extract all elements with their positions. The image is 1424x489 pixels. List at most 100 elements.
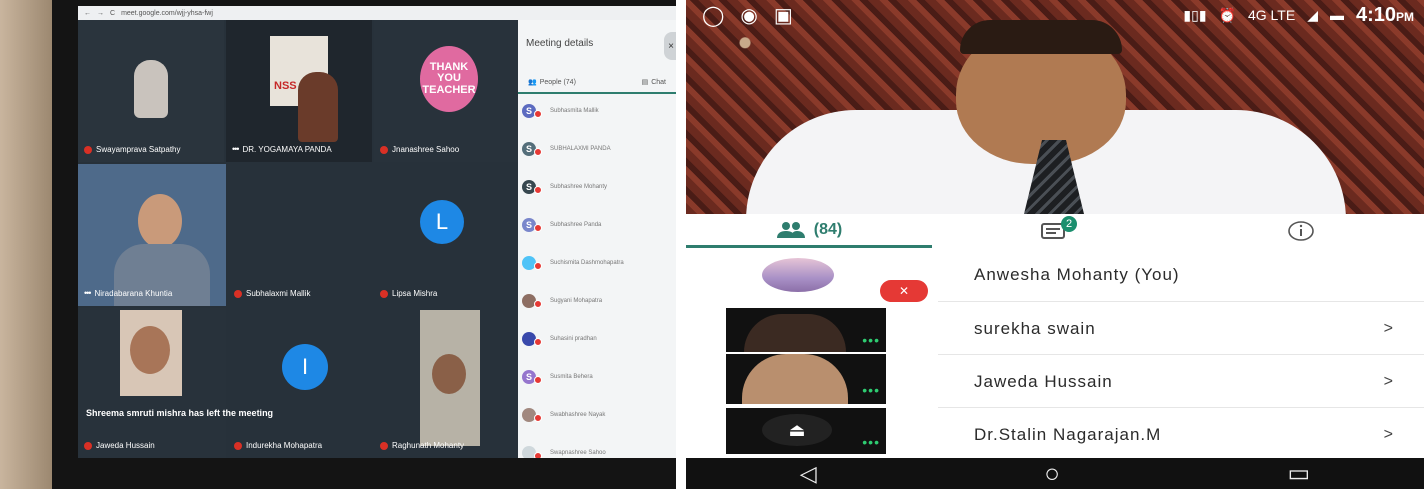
more-dots-icon[interactable]: ••• xyxy=(862,332,880,348)
participant-row[interactable]: Jaweda Hussain > xyxy=(938,354,1424,408)
video-thumbnail[interactable]: ••• xyxy=(726,354,886,404)
people-icon xyxy=(776,221,805,238)
chevron-right-icon[interactable]: > xyxy=(1384,426,1394,444)
video-tile[interactable]: NSS D ••• DR. YOGAMAYA PANDA xyxy=(226,20,372,162)
participant-row[interactable]: Dr.Stalin Nagarajan.M > xyxy=(938,407,1424,461)
video-tile[interactable]: Jaweda Hussain xyxy=(78,308,226,458)
tile-name: Subhalaxmi Mallik xyxy=(234,289,310,298)
participant-name: Jaweda Hussain xyxy=(974,371,1113,391)
tab-chat[interactable]: ▤ Chat xyxy=(642,72,666,92)
url-text[interactable]: meet.google.com/wjj-yhsa-fwj xyxy=(121,10,213,17)
more-dots-icon[interactable]: ••• xyxy=(862,434,880,450)
mic-off-icon: ✕ xyxy=(880,280,928,302)
thank-you-badge: THANK YOU TEACHER xyxy=(420,46,478,112)
status-bar: ◯ ◉ ▣ ▮▯▮ ⏰ 4G LTE ◢ ▬ 4:10PM xyxy=(686,0,1424,30)
tile-name: ••• DR. YOGAMAYA PANDA xyxy=(232,144,332,154)
panel-tabs: 👥 People (74) ▤ Chat xyxy=(518,72,676,94)
video-tile[interactable]: Swayamprava Satpathy xyxy=(78,20,224,162)
mic-off-icon xyxy=(534,148,542,156)
participant-row[interactable]: surekha swain > xyxy=(938,301,1424,355)
participant-face xyxy=(432,354,466,394)
alarm-icon: ⏰ xyxy=(1218,6,1236,23)
network-label: 4G LTE xyxy=(1247,7,1296,23)
video-tile[interactable]: ••• Niradabarana Khuntia xyxy=(78,164,226,306)
chat-badge: 2 xyxy=(1061,216,1077,232)
close-icon[interactable]: × xyxy=(664,32,676,60)
participant-thumbnails: ✕ ••• ••• ⏏ ••• xyxy=(686,248,938,458)
avatar: I xyxy=(282,344,328,390)
mic-off-icon xyxy=(380,441,388,450)
participant-name: Swapnashree Sahoo xyxy=(550,450,606,456)
main-video: ◯ ◉ ▣ ▮▯▮ ⏰ 4G LTE ◢ ▬ 4:10PM xyxy=(686,0,1424,214)
video-tile[interactable]: I Indurekha Mohapatra xyxy=(228,308,372,458)
back-icon[interactable]: ◁ xyxy=(800,461,817,487)
tab-chat[interactable]: 2 xyxy=(932,214,1178,248)
participant-row[interactable]: S Susmita Behera xyxy=(522,362,672,392)
participant-row[interactable]: Sugyani Mohapatra xyxy=(522,286,672,316)
tile-name: Lipsa Mishra xyxy=(380,289,437,298)
participant-name: SUBHALAXMI PANDA xyxy=(550,146,611,152)
participant-row[interactable]: Anwesha Mohanty (You) xyxy=(938,248,1424,302)
mic-off-icon xyxy=(84,441,92,450)
recent-apps-icon[interactable]: ▭ xyxy=(1288,459,1311,488)
forward-icon[interactable]: → xyxy=(97,10,104,17)
background-wall xyxy=(0,0,52,489)
tile-name: Raghunath Mohanty xyxy=(380,441,464,450)
video-tile[interactable]: THANK YOU TEACHER Jnanashree Sahoo xyxy=(374,20,518,162)
avatar[interactable] xyxy=(762,258,834,292)
more-dots-icon: ••• xyxy=(84,288,92,298)
participant-row[interactable]: Swabhashree Nayak xyxy=(522,400,672,430)
tab-people[interactable]: (84) xyxy=(686,214,932,248)
mic-off-icon xyxy=(534,110,542,118)
video-tile[interactable]: L Lipsa Mishra xyxy=(374,164,518,306)
people-count: (84) xyxy=(813,220,843,238)
mic-off-icon xyxy=(534,186,542,194)
address-bar[interactable]: ← → C meet.google.com/wjj-yhsa-fwj xyxy=(78,6,676,20)
participant-name: Subhashree Mohanty xyxy=(550,184,608,190)
video-thumbnail[interactable]: ••• xyxy=(726,308,886,352)
more-dots-icon[interactable]: ••• xyxy=(862,382,880,398)
laptop-photo: ← → C meet.google.com/wjj-yhsa-fwj Swaya… xyxy=(0,0,676,489)
participant-row[interactable]: S SUBHALAXMI PANDA xyxy=(522,134,672,164)
participant-row[interactable]: Suhasini pradhan xyxy=(522,324,672,354)
participant-name: surekha swain xyxy=(974,318,1096,338)
participant-row[interactable]: Suchismita Dashmohapatra xyxy=(522,248,672,278)
video-tile[interactable]: Raghunath Mohanty xyxy=(374,308,518,458)
participant-row[interactable]: S Subhashree Panda xyxy=(522,210,672,240)
mic-off-icon xyxy=(534,224,542,232)
people-icon: 👥 xyxy=(528,79,537,86)
participant-name: Anwesha Mohanty (You) xyxy=(974,265,1180,284)
chevron-right-icon[interactable]: > xyxy=(1384,320,1394,338)
participant-row[interactable]: S Subhashree Mohanty xyxy=(522,172,672,202)
participant-row[interactable]: Swapnashree Sahoo xyxy=(522,438,672,458)
chevron-right-icon[interactable]: > xyxy=(1384,373,1394,391)
participant-figure xyxy=(134,60,168,118)
chat-icon: ▤ xyxy=(641,79,649,86)
participant-name: Suchismita Dashmohapatra xyxy=(550,260,624,266)
tile-name: Jaweda Hussain xyxy=(84,441,155,450)
participant-face xyxy=(744,314,846,352)
signal-icon: ◢ xyxy=(1307,6,1318,23)
tab-people[interactable]: 👥 People (74) xyxy=(528,72,576,92)
back-icon[interactable]: ← xyxy=(84,10,91,17)
participant-figure xyxy=(298,72,338,142)
mic-off-icon xyxy=(534,376,542,384)
participant-row[interactable]: S Subhasmita Mallik xyxy=(522,96,672,126)
home-icon[interactable]: ○ xyxy=(1044,458,1060,489)
mic-off-icon xyxy=(84,145,92,154)
tab-info[interactable] xyxy=(1178,214,1424,248)
participant-face xyxy=(138,194,182,248)
video-tile[interactable]: Subhalaxmi Mallik xyxy=(228,164,372,306)
reload-icon[interactable]: C xyxy=(110,10,115,17)
mic-off-icon xyxy=(534,300,542,308)
mic-off-icon xyxy=(534,338,542,346)
battery-icon: ▬ xyxy=(1329,7,1344,23)
panel-title: Meeting details xyxy=(526,38,594,49)
call-tabs: (84) 2 xyxy=(686,214,1424,248)
meet-screen: ← → C meet.google.com/wjj-yhsa-fwj Swaya… xyxy=(78,6,676,458)
video-thumbnail[interactable]: ⏏ ••• xyxy=(726,408,886,454)
message-icon: ◉ xyxy=(740,4,758,27)
phone-screenshot: ◯ ◉ ▣ ▮▯▮ ⏰ 4G LTE ◢ ▬ 4:10PM (84) 2 ✕ •… xyxy=(686,0,1424,489)
gallery-icon: ▣ xyxy=(773,4,793,27)
whatsapp-icon: ◯ xyxy=(702,4,725,27)
